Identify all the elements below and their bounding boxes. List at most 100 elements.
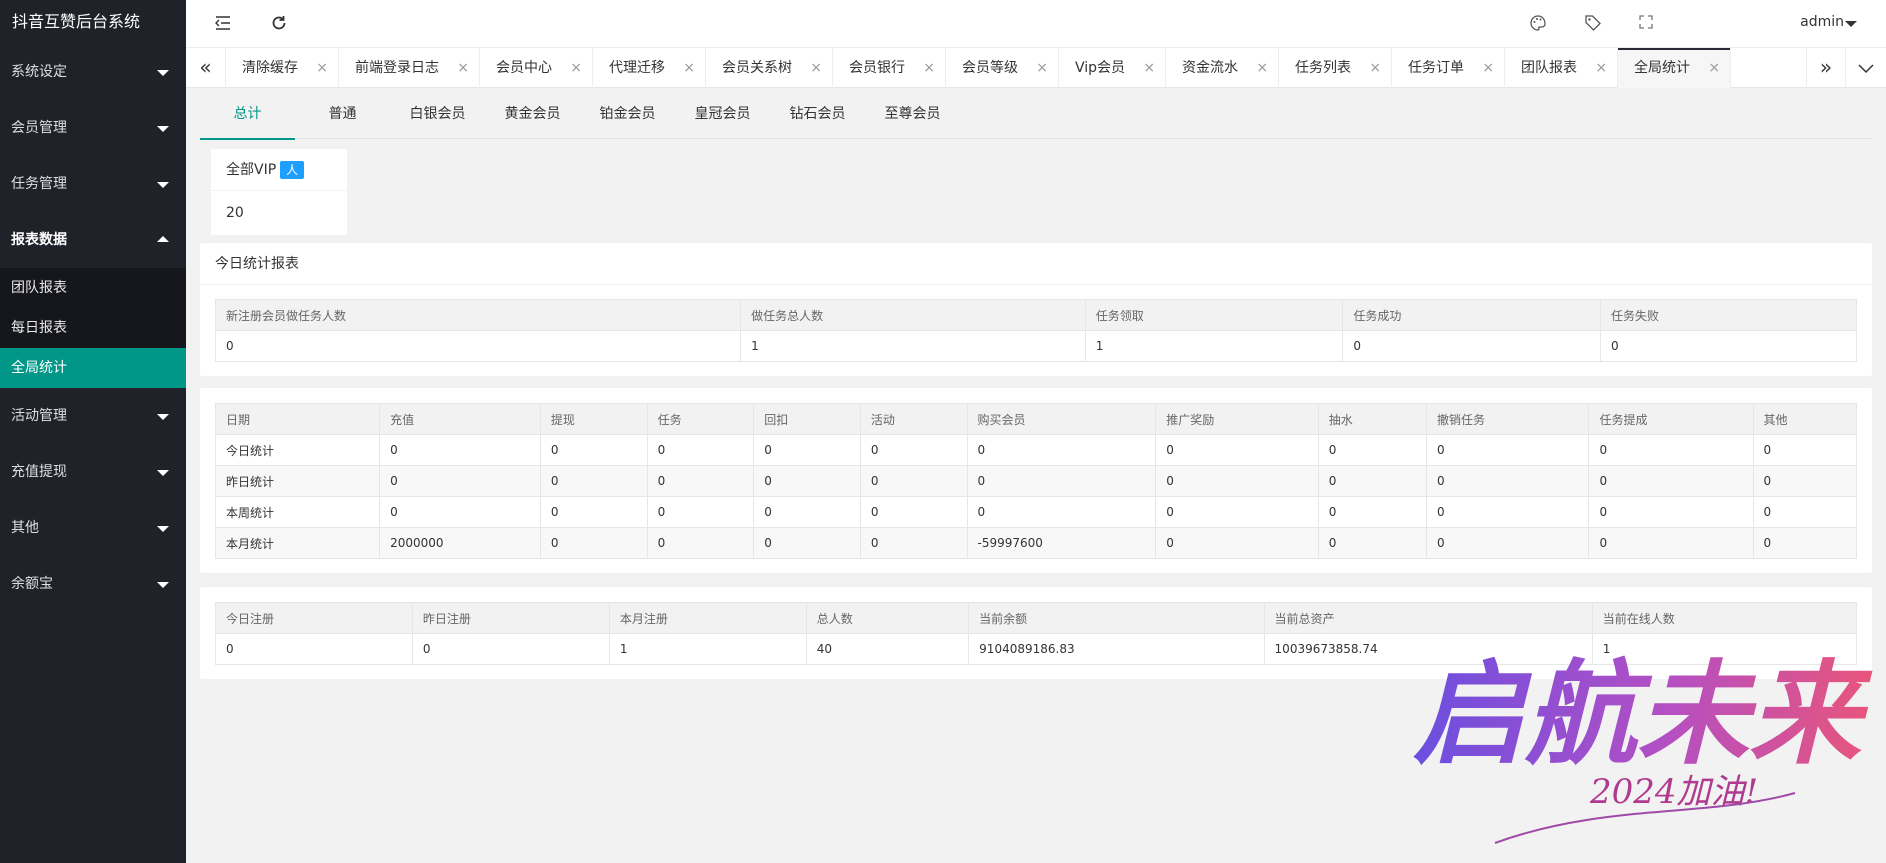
column-header: 昨日注册 [411,602,610,634]
collapse-menu-icon[interactable] [213,14,233,34]
sidebar-item-recharge[interactable]: 充值提现 [0,444,186,500]
close-icon[interactable]: × [1595,48,1607,88]
tab-item[interactable]: 清除缓存 × [226,48,339,88]
vip-tab[interactable]: 铂金会员 [580,89,675,139]
tab-item[interactable]: 资金流水 × [1166,48,1280,88]
fullscreen-icon[interactable] [1636,14,1656,34]
table-row: 本周统计 0 0 0 0 0 0 0 0 0 0 0 [214,496,1858,528]
vip-level-tabs: 总计 普通 白银会员 黄金会员 铂金会员 皇冠会员 钻石会员 至尊会员 [200,89,1872,140]
table-cell: 今日统计 [214,434,381,466]
vip-tab[interactable]: 白银会员 [390,89,485,139]
column-header: 购买会员 [966,403,1157,435]
table-cell: 0 [859,496,968,528]
chevron-up-icon [157,236,169,242]
sidebar: 抖音互赞后台系统 系统设定 会员管理 任务管理 报表数据 团队报表 每日报表 全… [0,0,186,863]
sidebar-item-system[interactable]: 系统设定 [0,44,186,100]
tab-item[interactable]: Vip会员 × [1059,48,1167,88]
table-cell: 0 [539,434,648,466]
table-cell: 0 [1425,465,1590,497]
vip-tab[interactable]: 普通 [295,89,390,139]
close-icon[interactable]: × [1256,48,1268,88]
table-cell: 9104089186.83 [968,633,1265,665]
sidebar-item-team-report[interactable]: 团队报表 [0,268,186,308]
table-cell: 0 [859,527,968,559]
tab-item[interactable]: 任务订单 × [1392,48,1506,88]
tab-label: 前端登录日志 [355,60,439,76]
vip-card-badge: 人 [280,161,305,179]
sidebar-item-members[interactable]: 会员管理 [0,100,186,156]
close-icon[interactable]: × [1708,48,1720,88]
table-cell: 10039673858.74 [1263,633,1593,665]
table-cell: 0 [539,496,648,528]
refresh-icon[interactable] [269,14,289,34]
sidebar-item-label: 充值提现 [11,464,67,480]
table-cell: 1 [608,633,807,665]
sidebar-item-global-stats[interactable]: 全局统计 [0,348,186,388]
column-header: 任务成功 [1342,299,1601,331]
tab-item[interactable]: 会员等级 × [946,48,1059,88]
chevron-down-icon [157,126,169,132]
column-header: 做任务总人数 [740,299,1086,331]
vip-tab[interactable]: 钻石会员 [770,89,865,139]
tag-icon[interactable] [1583,14,1603,34]
tab-item[interactable]: 代理迁移 × [593,48,706,88]
close-icon[interactable]: × [1369,48,1381,88]
tab-item[interactable]: 会员银行 × [833,48,946,88]
sidebar-item-reports[interactable]: 报表数据 [0,212,186,268]
column-header: 充值 [379,403,541,435]
table-cell: 0 [214,330,742,362]
tab-label: 团队报表 [1521,60,1578,76]
sidebar-item-label: 任务管理 [11,176,67,192]
close-icon[interactable]: × [683,48,695,88]
tab-item[interactable]: 会员中心 × [480,48,593,88]
table-cell: -59997600 [966,527,1157,559]
user-menu[interactable]: admin [1800,14,1844,30]
table-cell: 0 [1588,434,1754,466]
sidebar-item-tasks[interactable]: 任务管理 [0,156,186,212]
close-icon[interactable]: × [1482,48,1494,88]
close-icon[interactable]: × [810,48,822,88]
column-header: 其他 [1752,403,1858,435]
close-icon[interactable]: × [923,48,935,88]
close-icon[interactable]: × [1143,48,1155,88]
tab-label: 资金流水 [1182,60,1239,76]
tabs-scroll-left-icon[interactable]: « [186,48,226,88]
close-icon[interactable]: × [1036,48,1048,88]
close-icon[interactable]: × [457,48,469,88]
sidebar-item-activity[interactable]: 活动管理 [0,388,186,444]
page-tabs: 清除缓存 × 前端登录日志 × 会员中心 × 代理迁移 × 会员关系树 × 会员银行 × 会员等级 × Vi… [226,48,1732,88]
close-icon[interactable]: × [316,48,328,88]
tabs-scroll-right-icon[interactable]: » [1806,48,1846,88]
vip-tab[interactable]: 皇冠会员 [675,89,770,139]
tab-item[interactable]: 前端登录日志 × [339,48,480,88]
sidebar-item-label: 系统设定 [11,64,67,80]
column-header: 当前在线人数 [1591,602,1858,634]
sidebar-item-other[interactable]: 其他 [0,500,186,556]
tabs-menu-chevron-down-icon[interactable] [1846,48,1886,88]
tab-label: 清除缓存 [242,60,298,76]
table-cell: 0 [1752,496,1858,528]
vip-tab[interactable]: 至尊会员 [865,89,960,139]
vip-tab[interactable]: 总计 [200,89,295,140]
theme-palette-icon[interactable] [1528,14,1548,34]
close-icon[interactable]: × [570,48,582,88]
chevron-down-icon [157,470,169,476]
tab-item[interactable]: 团队报表 × [1505,48,1619,88]
column-header: 当前余额 [968,602,1265,634]
vip-tab[interactable]: 黄金会员 [485,89,580,139]
vip-card-value: 20 [226,205,244,221]
column-header: 任务提成 [1588,403,1754,435]
vip-card-header: 全部VIP 人 [211,149,347,191]
sidebar-item-yuebao[interactable]: 余额宝 [0,556,186,612]
sidebar-item-daily-report[interactable]: 每日报表 [0,308,186,348]
table-cell: 昨日统计 [214,465,381,497]
tab-item[interactable]: 全局统计 × [1618,48,1732,88]
main-content: 总计 普通 白银会员 黄金会员 铂金会员 皇冠会员 钻石会员 至尊会员 全部VIP 人 20 今… [186,89,1886,863]
table-cell: 0 [646,465,755,497]
column-header: 日期 [214,403,381,435]
column-header: 今日注册 [215,602,413,634]
tab-item[interactable]: 会员关系树 × [706,48,833,88]
tab-item[interactable]: 任务列表 × [1279,48,1393,88]
table-cell: 1 [740,330,1086,362]
members-table: 今日注册 昨日注册 本月注册 总人数 当前余额 当前总资产 当前在线人数 0 0 1 40 9104… [215,602,1858,665]
